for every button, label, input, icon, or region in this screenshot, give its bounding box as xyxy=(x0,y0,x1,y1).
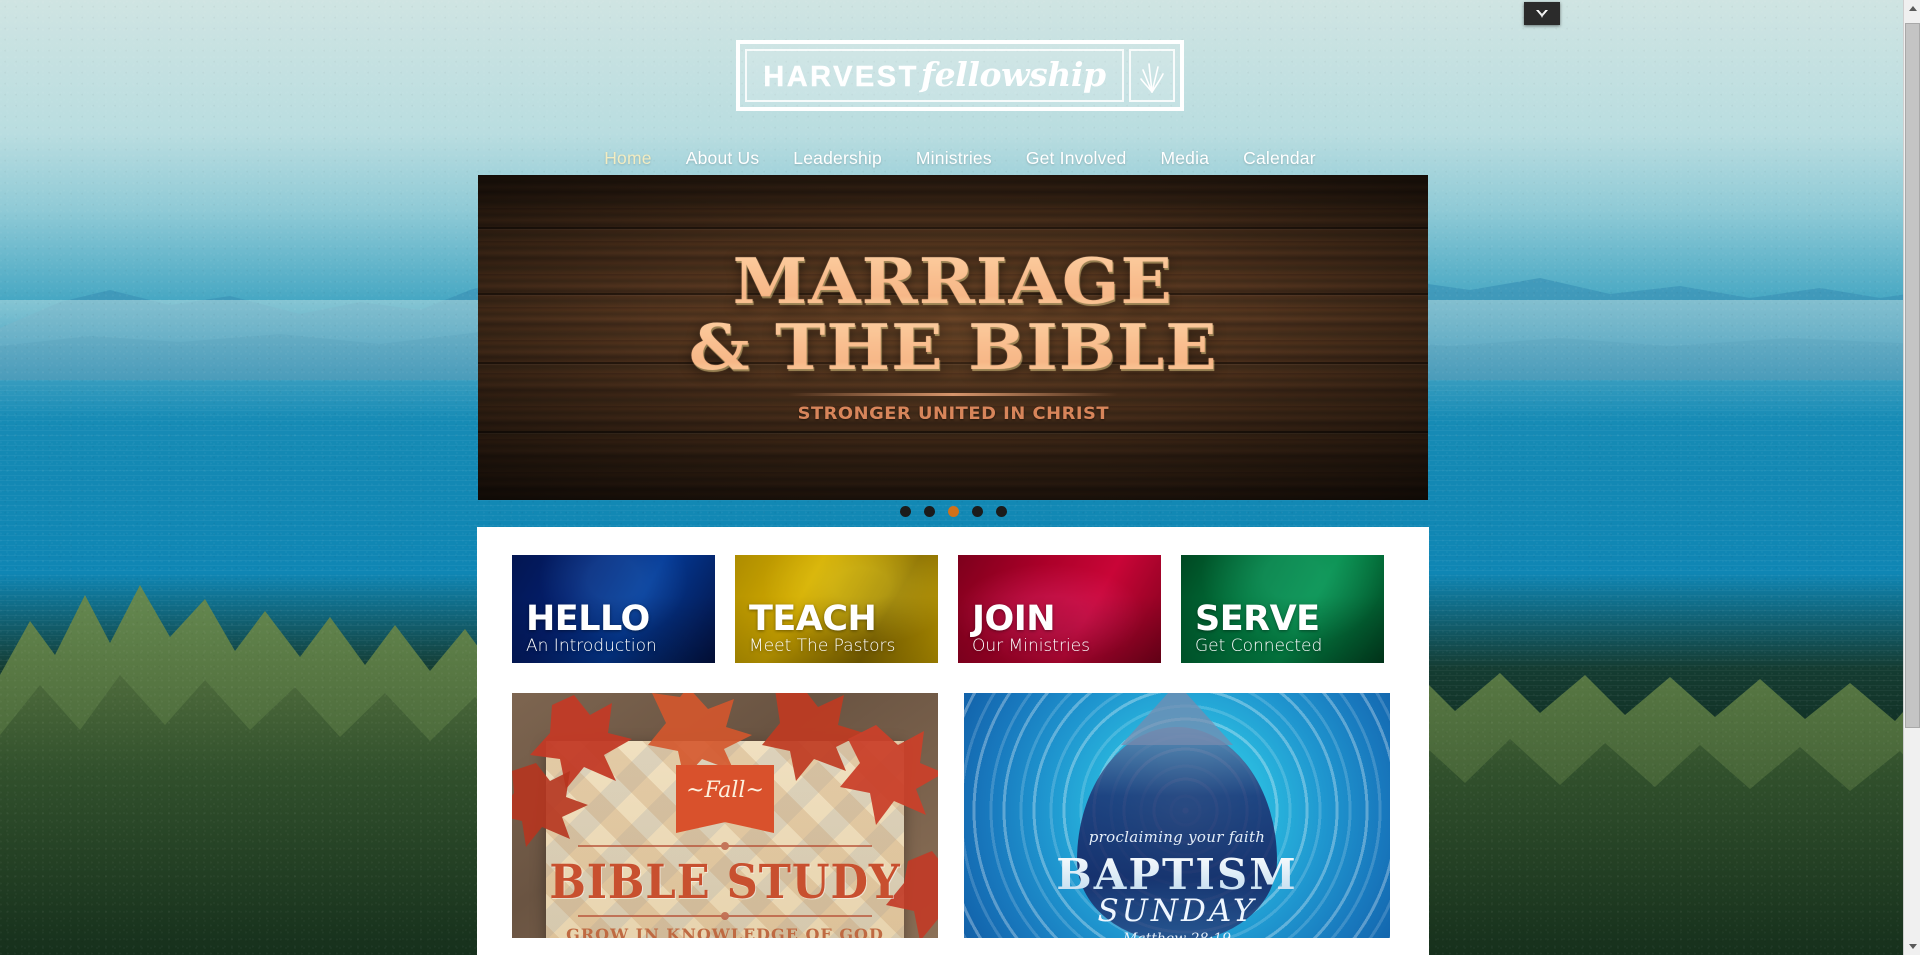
nav-item-home[interactable]: Home xyxy=(587,148,668,169)
logo-textbox: HARVEST fellowship xyxy=(745,49,1124,102)
card-hello-title: HELLO xyxy=(526,599,650,640)
feature-card-bible-study[interactable]: ~Fall~ BIBLE STUDY GROW IN KNOWLEDGE OF … xyxy=(512,693,938,938)
site-header: HARVEST fellowship xyxy=(0,40,1920,111)
hero-title-line2: & THE BIBLE xyxy=(688,310,1218,384)
card-join-labels: JOIN Our Ministries xyxy=(972,599,1153,657)
baptism-scripture-reference: Matthew 28:19 xyxy=(964,931,1390,938)
site-logo[interactable]: HARVEST fellowship xyxy=(736,40,1184,111)
hero-title-line1: MARRIAGE xyxy=(732,243,1174,318)
nav-item-ministries[interactable]: Ministries xyxy=(899,148,1009,169)
content-panel: HELLO An Introduction TEACH Meet The Pastor… xyxy=(477,527,1429,955)
card-teach-subtitle: Meet The Pastors xyxy=(749,635,896,656)
chevron-down-icon[interactable] xyxy=(1524,2,1560,25)
logo-word-harvest: HARVEST xyxy=(763,61,919,93)
card-join[interactable]: JOIN Our Ministries xyxy=(958,555,1161,663)
fall-banner-label: ~Fall~ xyxy=(686,778,764,803)
card-serve-subtitle: Get Connected xyxy=(1195,635,1323,656)
card-join-title: JOIN xyxy=(972,599,1056,640)
fall-rule-bottom xyxy=(578,912,872,920)
hero-subtitle: STRONGER UNITED IN CHRIST xyxy=(797,404,1109,425)
scroll-up-button[interactable] xyxy=(1904,0,1920,17)
scroll-down-button[interactable] xyxy=(1904,938,1920,955)
fall-tagline: GROW IN KNOWLEDGE OF GOD xyxy=(566,925,884,938)
card-serve[interactable]: SERVE Get Connected xyxy=(1181,555,1384,663)
slider-dot-4[interactable] xyxy=(971,506,983,517)
baptism-title: BAPTISM xyxy=(964,850,1390,899)
card-teach-title: TEACH xyxy=(749,599,877,640)
card-hello[interactable]: HELLO An Introduction xyxy=(512,555,715,663)
nav-item-calendar[interactable]: Calendar xyxy=(1226,148,1333,169)
hero-divider xyxy=(788,393,1118,397)
wheat-grass-icon xyxy=(1128,49,1175,102)
main-navigation: Home About Us Leadership Ministries Get Invo… xyxy=(0,148,1920,169)
baptism-pretitle: proclaiming your faith xyxy=(1088,828,1266,846)
hero-content: MARRIAGE & THE BIBLE STRONGER UNITED IN … xyxy=(478,175,1428,500)
hero-slider[interactable]: MARRIAGE & THE BIBLE STRONGER UNITED IN … xyxy=(478,175,1428,500)
logo-word-fellowship: fellowship xyxy=(920,55,1106,94)
quick-link-cards: HELLO An Introduction TEACH Meet The Pastor… xyxy=(512,555,1384,663)
slider-dot-2[interactable] xyxy=(923,506,935,517)
slider-dot-1[interactable] xyxy=(899,506,911,517)
nav-item-about-us[interactable]: About Us xyxy=(669,148,777,169)
vertical-scrollbar[interactable] xyxy=(1903,0,1920,955)
nav-item-get-involved[interactable]: Get Involved xyxy=(1009,148,1144,169)
slider-dot-5[interactable] xyxy=(995,506,1007,517)
slider-pagination xyxy=(478,506,1428,517)
feature-card-baptism[interactable]: proclaiming your faith BAPTISM SUNDAY Ma… xyxy=(964,693,1390,938)
nav-item-media[interactable]: Media xyxy=(1143,148,1226,169)
card-serve-title: SERVE xyxy=(1195,599,1320,640)
card-serve-labels: SERVE Get Connected xyxy=(1195,599,1376,657)
card-join-subtitle: Our Ministries xyxy=(972,635,1090,656)
page-root: HARVEST fellowship Home About Us Leadershi… xyxy=(0,0,1920,955)
card-teach-labels: TEACH Meet The Pastors xyxy=(749,599,930,657)
nav-item-leadership[interactable]: Leadership xyxy=(776,148,899,169)
card-hello-subtitle: An Introduction xyxy=(526,635,657,656)
fall-rule-top xyxy=(578,842,872,850)
feature-cards: ~Fall~ BIBLE STUDY GROW IN KNOWLEDGE OF … xyxy=(512,693,1390,938)
card-teach[interactable]: TEACH Meet The Pastors xyxy=(735,555,938,663)
fall-title: BIBLE STUDY xyxy=(549,855,901,910)
card-hello-labels: HELLO An Introduction xyxy=(526,599,707,657)
baptism-subtitle: SUNDAY xyxy=(1097,893,1257,929)
slider-dot-3[interactable] xyxy=(947,506,959,517)
scrollbar-thumb[interactable] xyxy=(1905,23,1920,728)
